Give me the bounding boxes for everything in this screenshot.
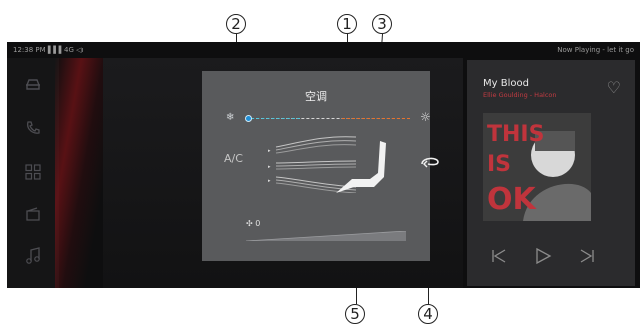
seat-icon bbox=[336, 141, 386, 193]
heart-icon[interactable]: ♡ bbox=[607, 78, 621, 97]
svg-text:THIS: THIS bbox=[487, 122, 544, 147]
temperature-cold-segment bbox=[246, 118, 300, 119]
svg-text:▸: ▸ bbox=[268, 148, 271, 154]
callout-2: 2 bbox=[226, 14, 246, 34]
temperature-warm-segment bbox=[342, 118, 410, 119]
now-playing-status: Now Playing - let it go bbox=[557, 46, 634, 54]
previous-track-icon[interactable] bbox=[489, 246, 509, 266]
svg-text:OK: OK bbox=[487, 182, 538, 217]
album-art[interactable]: THIS IS OK bbox=[483, 113, 591, 221]
music-note-icon[interactable] bbox=[23, 246, 43, 266]
fan-speed-value: 0 bbox=[255, 219, 261, 228]
fan-speed-readout: ✣ 0 bbox=[246, 219, 260, 228]
sun-icon: ☼ bbox=[420, 110, 431, 124]
snowflake-icon: ❄ bbox=[226, 112, 235, 123]
folder-icon[interactable] bbox=[23, 204, 43, 224]
music-card: My Blood Ellie Goulding - Halcon ♡ THIS … bbox=[467, 60, 635, 286]
song-title: My Blood bbox=[483, 78, 529, 89]
album-art-image: THIS IS OK bbox=[483, 113, 591, 221]
callout-1: 1 bbox=[337, 14, 357, 34]
svg-text:IS: IS bbox=[487, 152, 511, 177]
ac-panel: 空调 ❄ ☼ A/C ▸ ▸ ▸ ✣ 0 bbox=[202, 71, 439, 261]
sidebar bbox=[7, 58, 59, 288]
infotainment-screen: 12:38 PM ▌▌▌4G ◁ı Now Playing - let it g… bbox=[7, 42, 640, 288]
apps-grid-icon[interactable] bbox=[23, 162, 43, 182]
svg-text:▸: ▸ bbox=[268, 164, 271, 170]
svg-text:▸: ▸ bbox=[268, 178, 271, 184]
next-track-icon[interactable] bbox=[577, 246, 597, 266]
ac-title: 空调 bbox=[305, 90, 327, 103]
ac-toggle[interactable]: A/C bbox=[224, 152, 243, 165]
air-recirculation-icon[interactable] bbox=[420, 154, 440, 168]
status-time: 12:38 PM ▌▌▌4G ◁ı bbox=[13, 46, 84, 54]
play-icon[interactable] bbox=[533, 246, 553, 266]
decorative-red-streak bbox=[55, 58, 103, 288]
callout-4: 4 bbox=[418, 304, 438, 324]
temperature-slider-knob[interactable] bbox=[245, 115, 252, 122]
phone-icon[interactable] bbox=[23, 118, 43, 138]
callout-5: 5 bbox=[345, 304, 365, 324]
playback-controls bbox=[483, 246, 603, 268]
fan-speed-slider[interactable] bbox=[246, 231, 406, 241]
song-artist: Ellie Goulding - Halcon bbox=[483, 91, 557, 99]
fan-icon: ✣ bbox=[246, 219, 253, 228]
car-icon[interactable] bbox=[23, 74, 43, 94]
callout-3: 3 bbox=[372, 14, 392, 34]
status-bar: 12:38 PM ▌▌▌4G ◁ı Now Playing - let it g… bbox=[7, 42, 640, 58]
